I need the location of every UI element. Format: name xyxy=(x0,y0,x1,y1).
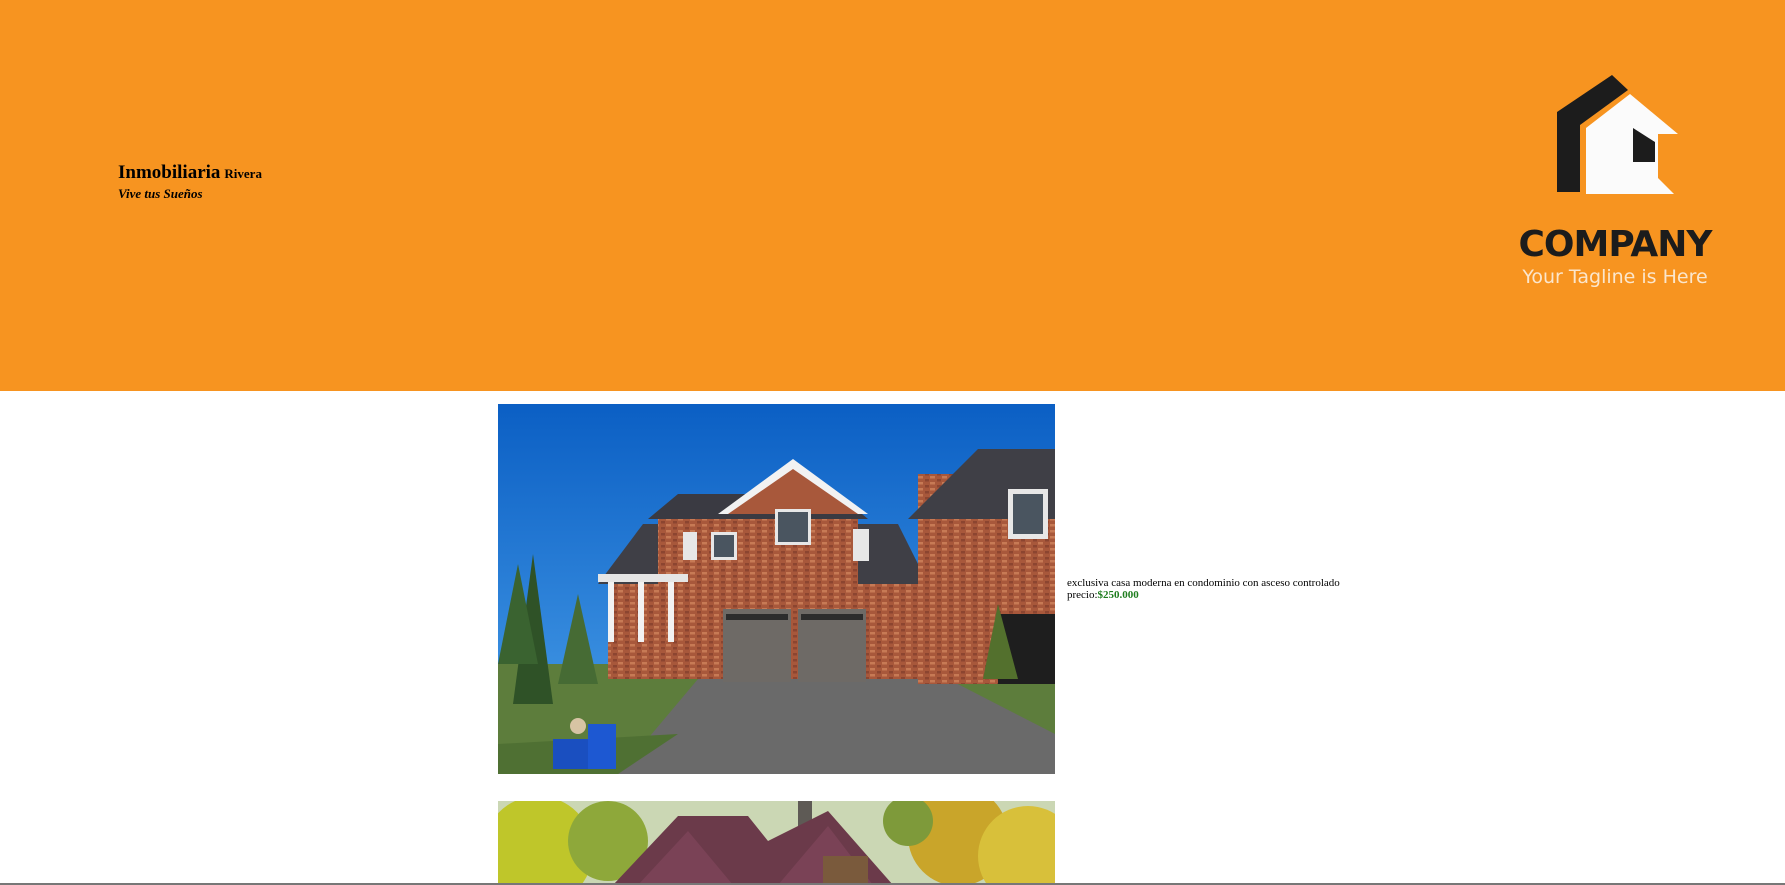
company-logo: COMPANY Your Tagline is Here xyxy=(1510,70,1720,300)
listing-description: exclusiva casa moderna en condominio con… xyxy=(1067,577,1340,589)
price-label: precio: xyxy=(1067,589,1098,601)
site-header: Inmobiliaria Rivera Vive tus Sueños COMP… xyxy=(0,0,1785,391)
brand-tagline: Vive tus Sueños xyxy=(118,186,203,201)
listing-price: precio:$250.000 xyxy=(1067,589,1340,601)
brand-suffix: Rivera xyxy=(224,166,262,181)
house-photo[interactable] xyxy=(498,404,1055,774)
price-value: $250.000 xyxy=(1097,589,1139,601)
brand-name: Inmobiliaria xyxy=(118,162,221,183)
house-photo[interactable] xyxy=(498,801,1055,885)
brand: Inmobiliaria Rivera Vive tus Sueños xyxy=(118,163,262,202)
listing-details: exclusiva casa moderna en condominio con… xyxy=(1067,577,1340,601)
brand-title: Inmobiliaria Rivera xyxy=(118,163,262,182)
logo-tagline: Your Tagline is Here xyxy=(1522,266,1708,288)
logo-wordmark: COMPANY xyxy=(1518,224,1713,265)
house-logo-icon xyxy=(1557,75,1678,194)
